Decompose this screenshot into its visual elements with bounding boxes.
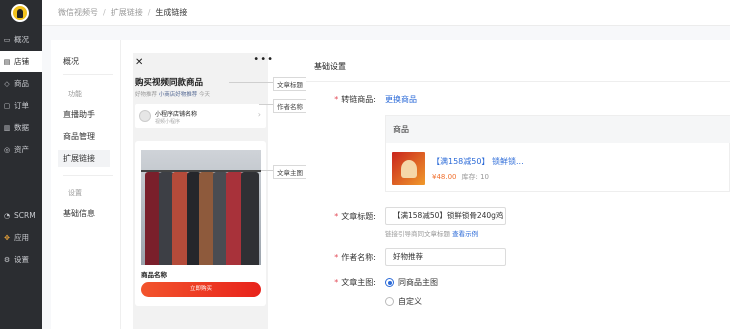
settings-panel: 基础设置 * 转链商品: 更换商品 商品 【满158减50】 锁鲜锁... ¥48… [306,40,730,329]
subnav-extend-link[interactable]: 扩展链接 [58,150,110,167]
nav-item-settings[interactable]: ⚙ 设置 [0,249,42,270]
nav-item-label: 商品 [14,79,29,88]
breadcrumb-item-current: 生成链接 [155,8,188,17]
main-sidebar: ▭ 概况 ▤ 店铺 ◇ 商品 ▢ 订单 ▥ 数据 ◎ 资产 ◔ SCRM ✥ 应用 ⚙ 设置 [0,0,42,329]
nav-item-label: 店铺 [14,57,29,66]
breadcrumb-item-extend-link[interactable]: 扩展链接 [111,7,143,18]
nav-item-label: 应用 [14,233,29,242]
article-title-input[interactable]: 【满158减50】锁鲜锁骨240g鸡 [385,207,506,225]
nav-item-apps[interactable]: ✥ 应用 [0,227,42,248]
preview-article-meta: 好物推荐 小商店好物推荐 今天 [135,90,210,98]
cover-custom-radio[interactable] [385,297,394,306]
breadcrumb-separator: / [103,8,106,17]
change-product-link[interactable]: 更换商品 [385,94,417,105]
preview-meta-date: 今天 [199,92,211,98]
subnav-basic-info[interactable]: 基础信息 [63,208,95,219]
user-icon: ◔ [3,211,11,220]
author-name-input[interactable]: 好物推荐 [385,248,506,266]
app-logo[interactable] [11,4,29,22]
preview-meta-author: 小商店好物推荐 [158,92,198,98]
nav-item-label: 设置 [14,255,29,264]
callout-cover: 文章主图 [273,165,307,179]
product-title-link[interactable]: 【满158减50】 锁鲜锁... [432,156,524,167]
view-example-link[interactable]: 查看示例 [452,230,478,238]
product-price: ¥48.00 库存: 10 [432,173,490,181]
close-icon: ✕ [135,57,144,68]
breadcrumb: 微信视频号 / 扩展链接 / 生成链接 [42,0,730,26]
preview-product-image [141,150,261,265]
sub-nav: 概况 功能 直播助手 商品管理 扩展链接 设置 基础信息 [51,40,121,329]
apps-icon: ✥ [4,233,10,242]
preview-mini-program-card: 小程序店铺名称 视频小程序 › [135,104,266,128]
nav-item-scrm[interactable]: ◔ SCRM [0,205,42,226]
callout-line [229,82,273,83]
subnav-live-assistant[interactable]: 直播助手 [63,109,95,120]
article-title-label: * 文章标题: [334,212,376,221]
subnav-divider [63,175,113,176]
subnav-group-function: 功能 [68,90,82,98]
product-table: 商品 【满158减50】 锁鲜锁... ¥48.00 库存: 10 [385,115,730,192]
preview-buy-button: 立即购买 [141,282,261,297]
monitor-icon: ▭ [3,35,11,44]
callout-author: 作者名称 [273,99,307,113]
asset-icon: ◎ [3,145,11,154]
product-thumbnail [392,152,425,185]
more-icon: ••• [253,54,274,65]
breadcrumb-separator: / [147,8,151,17]
preview-article-title: 购买视频同款商品 [135,78,204,88]
callout-line [259,104,273,105]
subnav-product-management[interactable]: 商品管理 [63,131,95,142]
chevron-right-icon: › [257,110,261,119]
order-icon: ▢ [3,101,11,110]
nav-item-label: 资产 [14,145,29,154]
breadcrumb-item-channels[interactable]: 微信视频号 [58,7,98,18]
nav-item-overview[interactable]: ▭ 概况 [0,29,42,50]
phone-preview: ✕ ••• 购买视频同款商品 好物推荐 小商店好物推荐 今天 小程序店铺名称 视… [133,53,273,329]
subnav-divider [63,74,113,75]
callout-line [261,170,273,171]
product-table-header: 商品 [386,116,730,143]
gear-icon: ⚙ [3,255,11,264]
section-divider [306,81,730,82]
nav-item-assets[interactable]: ◎ 资产 [0,139,42,160]
article-title-hint: 链接引导商同文章标题 查看示例 [385,230,479,238]
nav-item-store[interactable]: ▤ 店铺 [0,51,42,72]
preview-meta-prefix: 好物推荐 [135,92,158,98]
chart-icon: ▥ [3,123,11,132]
nav-item-orders[interactable]: ▢ 订单 [0,95,42,116]
nav-item-products[interactable]: ◇ 商品 [0,73,42,94]
article-preview-panel: ✕ ••• 购买视频同款商品 好物推荐 小商店好物推荐 今天 小程序店铺名称 视… [121,40,307,329]
nav-item-data[interactable]: ▥ 数据 [0,117,42,138]
nav-item-label: SCRM [14,211,36,220]
section-title: 基础设置 [314,62,346,71]
preview-product-card: 商品名称 立即购买 [135,141,266,306]
cover-same-radio[interactable] [385,278,394,287]
mini-program-sub: 视频小程序 [155,119,181,125]
nav-item-label: 订单 [14,101,29,110]
subnav-group-settings: 设置 [68,189,82,197]
link-product-label: * 转链商品: [334,95,376,104]
store-icon: ▤ [3,57,11,66]
callout-title: 文章标题 [273,77,307,91]
cover-custom-label[interactable]: 自定义 [398,296,422,307]
nav-item-label: 数据 [14,123,29,132]
preview-product-name: 商品名称 [141,271,167,279]
mini-program-name: 小程序店铺名称 [155,111,198,118]
cover-image-label: * 文章主图: [334,278,376,287]
subnav-overview[interactable]: 概况 [63,56,79,67]
cover-same-label[interactable]: 同商品主图 [398,277,438,288]
nav-item-label: 概况 [14,35,29,44]
tag-icon: ◇ [4,79,10,88]
author-name-label: * 作者名称: [334,253,376,262]
mini-program-icon [139,110,151,122]
product-stock: 库存: 10 [461,173,490,181]
